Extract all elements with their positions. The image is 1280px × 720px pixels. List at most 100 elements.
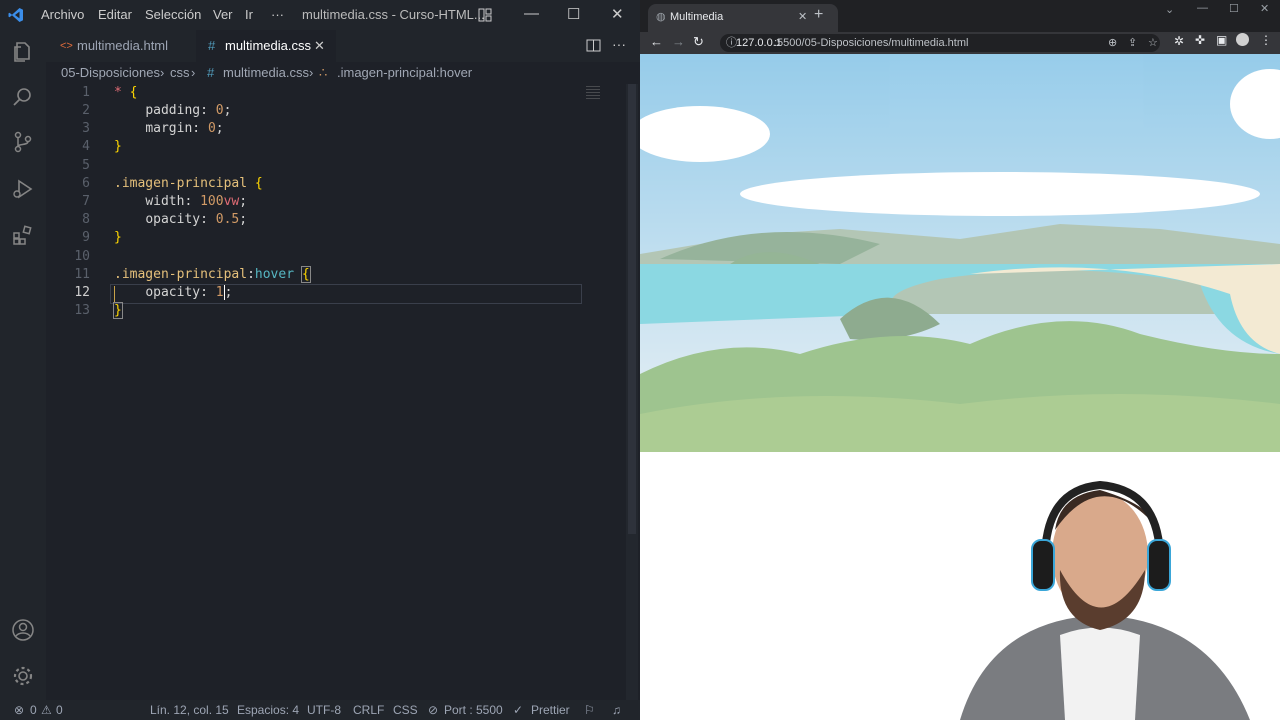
- live-server-port[interactable]: Port : 5500: [444, 703, 503, 717]
- breadcrumb: 05-Disposiciones › css › # multimedia.cs…: [46, 62, 640, 84]
- source-control-icon[interactable]: [11, 130, 35, 154]
- more-actions-icon[interactable]: ···: [612, 36, 626, 52]
- vscode-window: Archivo Editar Selección Ver Ir ··· mult…: [0, 0, 640, 720]
- search-icon[interactable]: [11, 85, 35, 109]
- webcam-overlay: [950, 470, 1280, 720]
- browser-menu-icon[interactable]: ⋮: [1260, 33, 1272, 47]
- menu-ir[interactable]: Ir: [245, 7, 253, 22]
- browser-window: ◍ Multimedia ✕ + ⌄ — ☐ ✕ ← → ↻ ⓘ 127.0.0…: [640, 0, 1280, 720]
- code-line: }: [113, 302, 123, 319]
- breadcrumb-symbol[interactable]: .imagen-principal:hover: [337, 62, 472, 84]
- url-path: :5500/05-Disposiciones/multimedia.html: [774, 37, 969, 49]
- minimize-icon[interactable]: —: [524, 5, 539, 22]
- tab-multimedia-html[interactable]: <> multimedia.html: [46, 30, 196, 62]
- menu-editar[interactable]: Editar: [98, 7, 132, 22]
- tab-search-chevron-icon[interactable]: ⌄: [1165, 3, 1174, 16]
- menu-more[interactable]: ···: [271, 7, 284, 22]
- line-number: 3: [82, 121, 90, 136]
- minimize-icon[interactable]: —: [1197, 2, 1208, 14]
- bookmark-star-icon[interactable]: ☆: [1148, 34, 1158, 52]
- breadcrumb-folder[interactable]: 05-Disposiciones: [61, 62, 160, 84]
- browser-tab-title: Multimedia: [670, 11, 724, 23]
- extensions-icon[interactable]: [11, 223, 35, 247]
- extension-icon[interactable]: ✲: [1174, 34, 1184, 48]
- maximize-icon[interactable]: ☐: [567, 5, 580, 23]
- breadcrumb-file[interactable]: multimedia.css: [223, 62, 309, 84]
- language-mode[interactable]: CSS: [393, 703, 418, 717]
- minimap[interactable]: [586, 86, 600, 100]
- settings-gear-icon[interactable]: [11, 664, 35, 688]
- feedback-icon[interactable]: ⚐: [584, 703, 595, 717]
- explorer-icon[interactable]: [11, 40, 35, 64]
- menu-archivo[interactable]: Archivo: [41, 7, 84, 22]
- activity-bar: [0, 30, 46, 720]
- prettier-check-icon[interactable]: ✓: [513, 703, 523, 717]
- close-tab-icon[interactable]: ✕: [798, 10, 807, 23]
- status-bar: ⊗ 0 ⚠ 0 Lín. 12, col. 15 Espacios: 4 UTF…: [0, 700, 640, 720]
- selector-symbol-icon: ∴: [319, 65, 328, 80]
- code-line: opacity: 1;: [145, 285, 233, 300]
- window-title: multimedia.css - Curso-HTML...: [302, 7, 485, 22]
- close-window-icon[interactable]: ✕: [611, 5, 624, 23]
- profile-avatar[interactable]: [1236, 33, 1249, 46]
- extensions-puzzle-icon[interactable]: ✜: [1195, 33, 1205, 47]
- split-editor-icon[interactable]: [586, 38, 601, 53]
- line-number: 8: [82, 212, 90, 227]
- notifications-bell-icon[interactable]: ♫: [612, 703, 621, 717]
- chevron-right-icon: ›: [160, 65, 165, 80]
- chevron-right-icon: ›: [191, 65, 196, 80]
- code-line: }: [114, 139, 122, 154]
- new-tab-plus-icon[interactable]: +: [814, 6, 823, 24]
- share-icon[interactable]: ⇪: [1128, 34, 1137, 52]
- indent-guide: [114, 286, 115, 302]
- breadcrumb-subfolder[interactable]: css: [170, 62, 190, 84]
- code-line: * {: [114, 85, 138, 100]
- zoom-icon[interactable]: ⊕: [1108, 34, 1117, 52]
- close-tab-icon[interactable]: ✕: [314, 30, 325, 62]
- error-icon[interactable]: ⊗: [14, 703, 24, 717]
- vscode-logo-icon: [8, 8, 23, 22]
- close-window-icon[interactable]: ✕: [1260, 2, 1269, 15]
- scroll-thumb[interactable]: [628, 84, 636, 534]
- code-line: width: 100vw;: [145, 194, 248, 209]
- maximize-icon[interactable]: ☐: [1229, 2, 1239, 15]
- editor-scrollbar[interactable]: [626, 84, 638, 700]
- warning-icon[interactable]: ⚠: [41, 703, 52, 717]
- live-server-icon[interactable]: ⊘: [428, 703, 438, 717]
- code-line: margin: 0;: [145, 121, 224, 136]
- menu-ver[interactable]: Ver: [213, 7, 233, 22]
- forward-arrow-icon[interactable]: →: [672, 34, 685, 49]
- run-debug-icon[interactable]: [11, 177, 35, 201]
- line-number: 9: [82, 230, 90, 245]
- presenter-photo: [950, 470, 1280, 720]
- tab-multimedia-css[interactable]: # multimedia.css ✕: [196, 30, 336, 62]
- back-arrow-icon[interactable]: ←: [650, 34, 663, 49]
- warning-count[interactable]: 0: [56, 703, 63, 717]
- code-line: opacity: 0.5;: [145, 212, 248, 227]
- prettier-status[interactable]: Prettier: [531, 703, 570, 717]
- end-of-line[interactable]: CRLF: [353, 703, 384, 717]
- line-number: 13: [74, 303, 90, 318]
- line-number: 6: [82, 176, 90, 191]
- line-number: 7: [82, 194, 90, 209]
- layout-icon[interactable]: [478, 8, 492, 22]
- browser-tab-multimedia[interactable]: ◍ Multimedia ✕: [648, 4, 838, 32]
- accounts-icon[interactable]: [11, 618, 35, 642]
- chevron-right-icon: ›: [309, 65, 314, 80]
- imagen-principal[interactable]: [640, 54, 1280, 452]
- encoding[interactable]: UTF-8: [307, 703, 341, 717]
- line-number: 5: [82, 158, 90, 173]
- html-file-icon: <>: [60, 40, 73, 52]
- css-file-icon: #: [207, 65, 215, 80]
- title-bar: Archivo Editar Selección Ver Ir ··· mult…: [0, 0, 640, 30]
- code-line: }: [114, 230, 122, 245]
- cursor-position[interactable]: Lín. 12, col. 15: [150, 703, 229, 717]
- landscape-image: [640, 54, 1280, 452]
- menu-seleccion[interactable]: Selección: [145, 7, 201, 22]
- indentation[interactable]: Espacios: 4: [237, 703, 299, 717]
- side-panel-icon[interactable]: ▣: [1216, 33, 1227, 47]
- error-count[interactable]: 0: [30, 703, 37, 717]
- reload-icon[interactable]: ↻: [693, 34, 704, 50]
- address-bar[interactable]: ⓘ 127.0.0.1 :5500/05-Disposiciones/multi…: [720, 34, 1160, 52]
- code-editor[interactable]: 1 2 3 4 5 6 7 8 9 10 11 12 13 * { paddin…: [46, 84, 626, 700]
